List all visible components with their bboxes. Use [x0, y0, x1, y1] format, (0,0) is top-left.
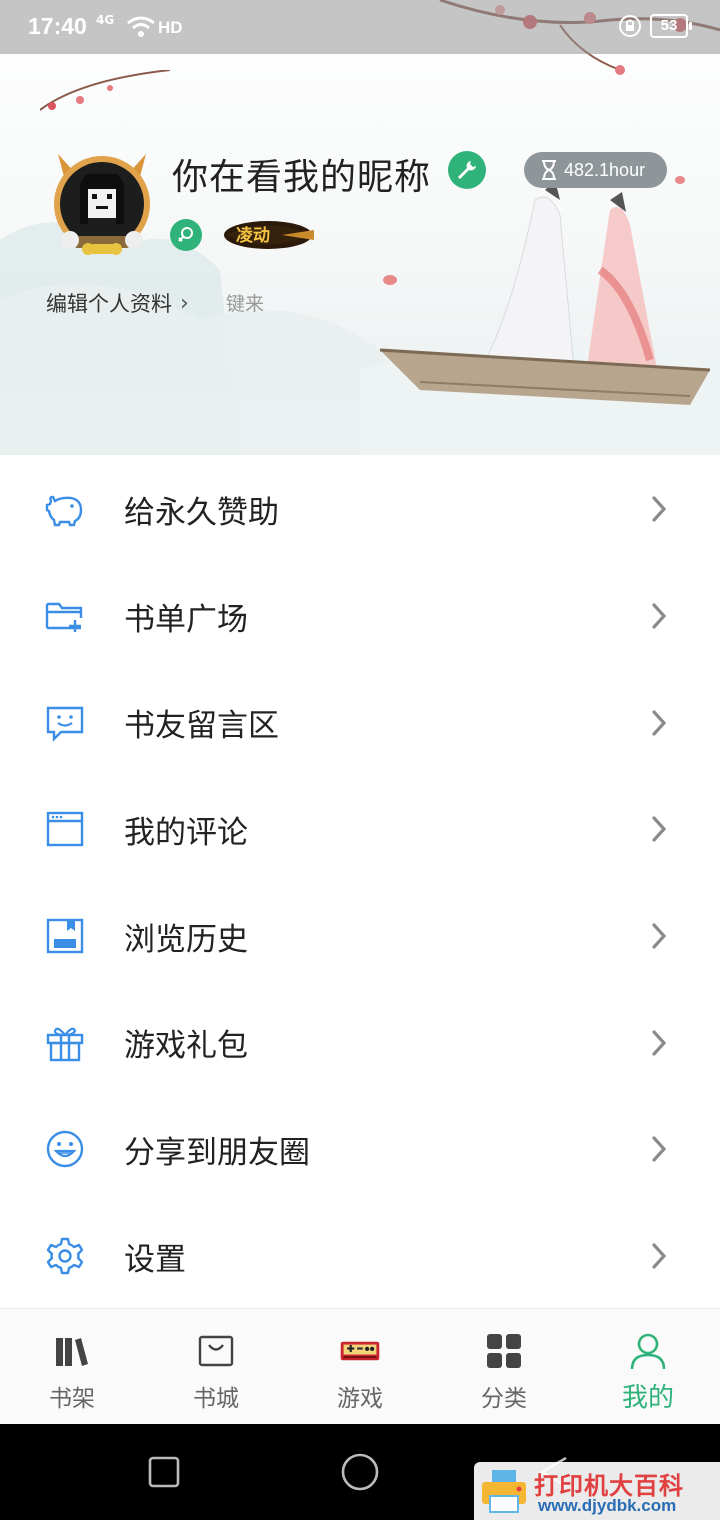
wrench-icon[interactable]: [448, 151, 486, 189]
grid-icon: [484, 1331, 524, 1371]
nav-label: 书城: [193, 1386, 239, 1412]
nav-tab-mine[interactable]: 我的: [576, 1309, 720, 1425]
nav-label: 分类: [481, 1386, 527, 1412]
menu-label: 分享到朋友圈: [124, 1134, 310, 1171]
blossom-petals-decoration: [40, 70, 170, 111]
menu-label: 浏览历史: [124, 921, 248, 958]
bottom-navigation: 书架 书城 游戏 分类 我的: [0, 1308, 720, 1424]
watermark: 打印机大百科 www.djydbk.com: [474, 1462, 720, 1520]
menu-label: 书友留言区: [124, 708, 279, 745]
level-badge-text: 凌动: [236, 225, 270, 246]
folder-add-icon: [44, 595, 86, 637]
piggy-bank-icon: [44, 488, 86, 530]
nav-tab-bookshelf[interactable]: 书架: [0, 1309, 144, 1425]
status-time: 17:40: [28, 13, 87, 39]
smile-face-icon: [44, 1128, 86, 1170]
chevron-right-icon: [652, 710, 667, 736]
menu-item-sponsor[interactable]: 给永久赞助: [0, 456, 720, 563]
wifi-icon: [127, 16, 155, 37]
user-avatar[interactable]: [48, 144, 156, 262]
gear-icon: [44, 1235, 86, 1277]
menu-label: 游戏礼包: [124, 1028, 248, 1065]
recent-apps-icon[interactable]: [148, 1456, 180, 1488]
menu-item-game-gifts[interactable]: 游戏礼包: [0, 989, 720, 1096]
gift-icon: [44, 1022, 86, 1064]
nav-label: 书架: [49, 1386, 95, 1412]
watermark-url: www.djydbk.com: [538, 1496, 677, 1515]
hd-indicator: HD: [158, 18, 183, 37]
nav-label: 我的: [621, 1383, 674, 1413]
chevron-right-icon: [652, 1136, 667, 1163]
profile-header: 17:40 4G HD 53 你在看我的昵称 482.1hour 凌动 编辑个人…: [0, 0, 720, 455]
chevron-right-icon: [652, 816, 667, 843]
rotation-lock-icon: [619, 15, 641, 37]
edit-profile-label: 编辑个人资料: [46, 292, 172, 316]
reading-time-value: 482.1hour: [564, 159, 646, 180]
menu-label: 书单广场: [124, 601, 248, 638]
nav-tab-games[interactable]: 游戏: [288, 1309, 432, 1425]
reading-time-badge: 482.1hour: [524, 152, 667, 188]
chevron-right-icon: [652, 1030, 667, 1056]
save-book-icon: [44, 915, 86, 957]
browser-window-icon: [44, 808, 86, 850]
menu-item-share-moments[interactable]: 分享到朋友圈: [0, 1096, 720, 1203]
level-badge-icon: 凌动: [224, 221, 314, 249]
edit-profile-link[interactable]: 编辑个人资料 ›: [46, 288, 189, 318]
shopping-bag-icon: [196, 1331, 236, 1371]
bookshelf-icon: [52, 1331, 92, 1371]
menu-item-my-comments[interactable]: 我的评论: [0, 776, 720, 883]
female-gender-icon: [170, 219, 202, 251]
chevron-right-icon: [652, 496, 667, 522]
chevron-right-icon: [652, 923, 667, 949]
chat-bubble-icon: [44, 702, 86, 744]
profile-menu: 给永久赞助 书单广场 书友留言区 我的评论 浏览历史 游戏礼包 分享到朋友圈 设…: [0, 456, 720, 1310]
menu-item-settings[interactable]: 设置: [0, 1203, 720, 1310]
nav-label: 游戏: [337, 1386, 383, 1412]
network-type: 4G: [96, 13, 115, 27]
nav-tab-bookstore[interactable]: 书城: [144, 1309, 288, 1425]
printer-logo-icon: [482, 1470, 526, 1513]
chevron-right-icon: [652, 1243, 667, 1269]
chevron-right-icon: [652, 603, 667, 629]
game-console-icon: [340, 1331, 380, 1371]
user-nickname: 你在看我的昵称: [172, 157, 432, 198]
menu-item-booklist-square[interactable]: 书单广场: [0, 563, 720, 670]
battery-indicator: 53: [650, 14, 692, 38]
menu-item-browse-history[interactable]: 浏览历史: [0, 883, 720, 990]
menu-item-message-board[interactable]: 书友留言区: [0, 669, 720, 776]
menu-label: 我的评论: [124, 814, 248, 851]
menu-label: 给永久赞助: [124, 494, 279, 531]
hourglass-icon: [542, 160, 556, 180]
user-signature: 键来: [226, 293, 265, 315]
nav-tab-categories[interactable]: 分类: [432, 1309, 576, 1425]
status-bar: 17:40 4G HD 53: [0, 0, 720, 54]
user-icon: [628, 1331, 668, 1371]
menu-label: 设置: [124, 1241, 186, 1278]
chevron-right-icon: ›: [180, 290, 189, 316]
home-icon[interactable]: [340, 1452, 380, 1492]
